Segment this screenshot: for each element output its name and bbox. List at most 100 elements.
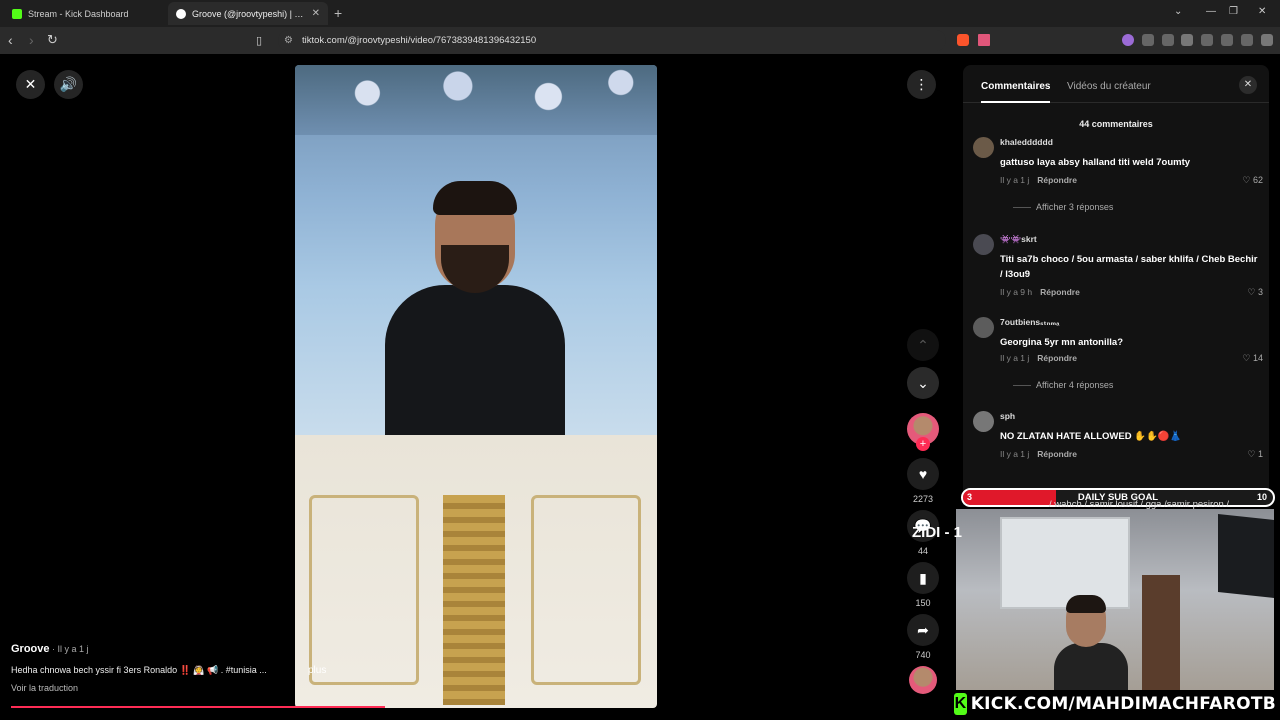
comment-username[interactable]: khaledddddd [1000,137,1053,147]
save-count: 150 [915,598,931,608]
puzzle-icon[interactable] [1142,34,1154,46]
menu-icon[interactable] [1261,34,1273,46]
flower-decoration [295,65,657,135]
comments-panel: Commentaires Vidéos du créateur ✕ 44 com… [963,65,1269,505]
streamer-webcam [956,509,1274,690]
comment-text: NO ZLATAN HATE ALLOWED ✋✋🔴👗 [1000,431,1182,442]
volume-button[interactable]: 🔊 [54,70,83,99]
creator-avatar[interactable]: + [905,413,941,451]
sound-avatar[interactable] [905,666,941,694]
like-button[interactable]: ♥ 2273 [905,458,941,504]
reply-button[interactable]: Répondre [1037,449,1077,459]
back-button[interactable]: ‹ [8,32,13,48]
avatar[interactable] [973,317,994,338]
comment-text: Titi sa7b choco / 5ou armasta / saber kh… [1000,254,1258,280]
reply-button[interactable]: Répondre [1037,175,1077,185]
tab-comments[interactable]: Commentaires [981,81,1051,103]
url-text: tiktok.com/@jroovtypeshi/video/767383948… [302,35,537,46]
translate-link[interactable]: Voir la traduction [11,683,291,693]
comment-like-button[interactable]: ♡ 14 [1242,353,1263,364]
previous-video-button[interactable]: ⌃ [905,329,941,361]
comment-username[interactable]: sph [1000,411,1015,421]
comment-item: sph NO ZLATAN HATE ALLOWED ✋✋🔴👗 Il y a 1… [973,411,1263,461]
forward-button[interactable]: › [29,32,34,48]
video-player[interactable]: plus [295,65,657,708]
comment-item: 👾👾skrt Titi sa7b choco / 5ou armasta / s… [973,234,1263,300]
like-count: 2273 [912,494,934,504]
follow-plus-icon[interactable]: + [916,437,930,451]
new-tab-button[interactable]: + [334,5,342,21]
chevron-down-icon: ⌄ [907,367,939,399]
comment-text: gattuso laya absy halland titi weld 7oum… [1000,157,1191,168]
show-replies-button[interactable]: Afficher 4 réponses [1013,380,1113,390]
url-field[interactable]: ⚙ tiktok.com/@jroovtypeshi/video/7673839… [278,30,946,51]
minimize-button[interactable]: — [1206,6,1216,17]
close-video-button[interactable]: ✕ [16,70,45,99]
reload-button[interactable]: ↻ [47,32,58,48]
comment-like-button[interactable]: ♡ 1 [1247,449,1263,460]
comment-count-label: 44 commentaires [1079,119,1153,129]
bookmark-icon: ▮ [907,562,939,594]
comment-item: 7outbiensₛₜₙₘₐ Georgina 5yr mn antonilla… [973,317,1263,390]
post-time: · Il y a 1 j [49,644,89,654]
bookmark-icon[interactable]: ▯ [256,34,262,47]
more-icon: ⋮ [914,76,929,92]
next-video-button[interactable]: ⌄ [905,367,941,399]
share-button[interactable]: ➦ 740 [905,614,941,660]
close-window-button[interactable]: ✕ [1258,6,1266,17]
streamer [1054,595,1128,690]
reply-button[interactable]: Répondre [1037,353,1077,363]
comment-username[interactable]: 7outbiensₛₜₙₘₐ [1000,317,1059,328]
site-settings-icon[interactable]: ⚙ [284,30,293,51]
caption-more-link[interactable]: plus [308,665,326,676]
share-icon: ➦ [907,614,939,646]
tab-tiktok[interactable]: Groove (@jroovtypeshi) | TikT ✕ [168,2,328,25]
video-caption: Groove · Il y a 1 j Hedha chnowa bech ys… [11,643,291,693]
sidebar-icon[interactable] [1181,34,1193,46]
author-name[interactable]: Groove [11,643,50,655]
comment-time: Il y a 1 j [1000,353,1030,363]
screen: Stream - Kick Dashboard Groove (@jroovty… [0,0,1280,720]
tab-list-icon[interactable]: ⌄ [1174,6,1182,17]
vpn-icon[interactable] [1241,34,1253,46]
close-icon: ✕ [24,76,37,92]
kick-icon [12,8,22,19]
avatar[interactable] [973,411,994,432]
comments-tabs: Commentaires Vidéos du créateur ✕ [963,65,1269,103]
tab-title: Groove (@jroovtypeshi) | TikT [192,8,306,19]
comment-time: Il y a 1 j [1000,449,1030,459]
video-progress-bar[interactable] [11,706,385,708]
tab-creator-videos[interactable]: Vidéos du créateur [1067,81,1151,92]
reply-button[interactable]: Répondre [1040,287,1080,297]
tab-kick-dashboard[interactable]: Stream - Kick Dashboard [4,2,164,25]
kick-banner: K KICK.COM/MAHDIMACHFAROTB [954,690,1276,718]
comment-like-count: 1 [1257,449,1263,459]
comment-username[interactable]: 👾👾skrt [1000,234,1037,245]
more-options-button[interactable]: ⋮ [907,70,936,99]
comment-like-button[interactable]: ♡ 3 [1247,287,1263,298]
comment-count: 44 [917,546,928,556]
comment-time: Il y a 1 j [1000,175,1030,185]
avatar[interactable] [973,234,994,255]
comment-text: Georgina 5yr mn antonilla? [1000,337,1123,348]
comment-like-count: 62 [1252,175,1263,185]
share-count: 740 [915,650,931,660]
avatar[interactable] [973,137,994,158]
show-replies-button[interactable]: Afficher 3 réponses [1013,202,1113,212]
tiktok-icon [176,8,186,19]
address-bar: ‹ › ↻ ▯ ⚙ tiktok.com/@jroovtypeshi/video… [0,27,1280,54]
media-icon[interactable] [1162,34,1174,46]
volume-icon: 🔊 [59,76,78,92]
leo-icon[interactable] [1221,34,1233,46]
close-comments-button[interactable]: ✕ [1239,76,1257,94]
extension-icon[interactable] [1122,34,1134,46]
restore-button[interactable]: ❐ [1229,6,1238,17]
wallet-icon[interactable] [1201,34,1213,46]
close-tab-icon[interactable]: ✕ [312,8,320,19]
avatar [909,666,937,694]
comment-like-button[interactable]: ♡ 62 [1242,175,1263,186]
avatar: + [907,413,939,451]
brave-rewards-icon[interactable] [978,34,990,46]
brave-shield-icon[interactable] [957,34,969,46]
save-button[interactable]: ▮ 150 [905,562,941,608]
